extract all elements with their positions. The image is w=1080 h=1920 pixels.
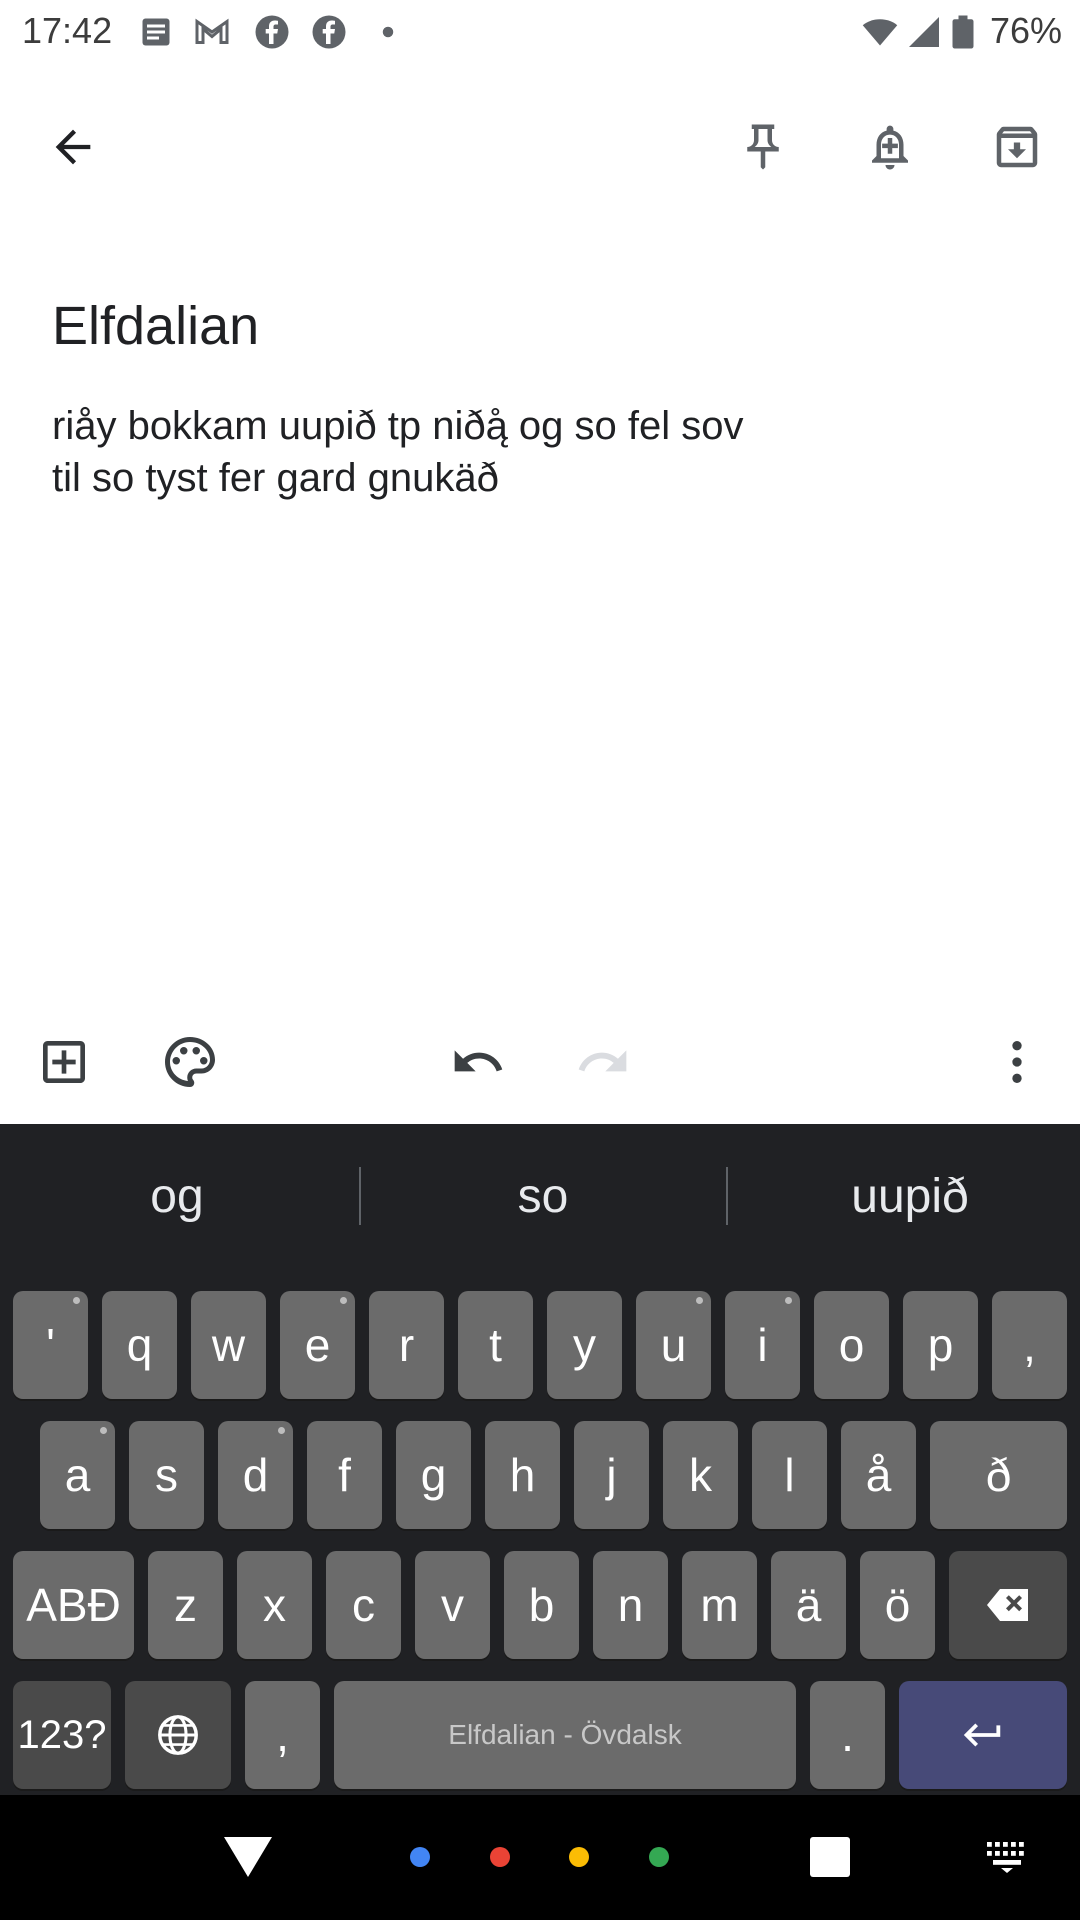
more-options-button[interactable] [977, 1022, 1057, 1102]
notes-icon [142, 18, 170, 46]
key-b[interactable]: b [504, 1551, 579, 1659]
key-e[interactable]: e [280, 1291, 355, 1399]
battery-percentage: 76% [990, 10, 1063, 51]
key-y[interactable]: y [547, 1291, 622, 1399]
status-bar: 17:42 76% [0, 0, 1080, 66]
key-v[interactable]: v [415, 1551, 490, 1659]
recents-square-icon[interactable] [810, 1837, 850, 1877]
key-c[interactable]: c [326, 1551, 401, 1659]
key-low-quote[interactable]: ‚ [992, 1291, 1067, 1399]
shift-key[interactable]: ABÐ [13, 1551, 134, 1659]
key-a-ring[interactable]: å [841, 1421, 916, 1529]
facebook-icon [255, 15, 289, 49]
key-l[interactable]: l [752, 1421, 827, 1529]
key-j[interactable]: j [574, 1421, 649, 1529]
redo-icon [578, 1050, 627, 1072]
add-content-button[interactable] [24, 1022, 104, 1102]
key-g[interactable]: g [396, 1421, 471, 1529]
suggestion-separator [359, 1167, 361, 1225]
key-comma[interactable]: , [245, 1681, 320, 1789]
note-body[interactable]: riåy bokkam uupið tp niðą̊ og so fel sov… [52, 400, 952, 504]
key-i[interactable]: i [725, 1291, 800, 1399]
navigation-bar [0, 1795, 1080, 1920]
space-key[interactable]: Elfdalian - Övdalsk [334, 1681, 796, 1789]
pin-icon [747, 124, 779, 170]
suggestion-separator [726, 1167, 728, 1225]
add-box-icon [43, 1041, 85, 1083]
wifi-icon [862, 19, 898, 46]
enter-icon [963, 1723, 1001, 1747]
redo-button[interactable] [563, 1022, 643, 1102]
language-key[interactable] [125, 1681, 231, 1789]
key-eth[interactable]: ð [930, 1421, 1067, 1529]
key-t[interactable]: t [458, 1291, 533, 1399]
suggestion-bar: og so uupið [0, 1127, 1080, 1269]
archive-button[interactable] [972, 102, 1062, 192]
assistant-dots-icon [410, 1847, 669, 1867]
keyboard-switch-icon[interactable] [985, 1840, 1029, 1874]
key-z[interactable]: z [148, 1551, 223, 1659]
key-period[interactable]: . [810, 1681, 885, 1789]
key-k[interactable]: k [663, 1421, 738, 1529]
key-f[interactable]: f [307, 1421, 382, 1529]
gmail-icon [195, 18, 229, 44]
key-s[interactable]: s [129, 1421, 204, 1529]
key-w[interactable]: w [191, 1291, 266, 1399]
key-x[interactable]: x [237, 1551, 312, 1659]
key-q[interactable]: q [102, 1291, 177, 1399]
add-reminder-icon [872, 125, 908, 170]
globe-icon [158, 1715, 198, 1755]
suggestion-2[interactable]: so [373, 1157, 713, 1237]
backspace-key[interactable] [949, 1551, 1067, 1659]
palette-icon [165, 1037, 215, 1087]
background-options-button[interactable] [150, 1022, 230, 1102]
back-arrow-icon [55, 129, 91, 165]
key-o-umlaut[interactable]: ö [860, 1551, 935, 1659]
assistant-button[interactable] [400, 1835, 680, 1879]
undo-icon [454, 1050, 503, 1072]
key-r[interactable]: r [369, 1291, 444, 1399]
battery-icon [952, 15, 974, 49]
suggestion-1[interactable]: og [7, 1157, 347, 1237]
suggestion-3[interactable]: uupið [740, 1157, 1080, 1237]
more-vert-icon [1012, 1041, 1022, 1083]
key-n[interactable]: n [593, 1551, 668, 1659]
backspace-icon [987, 1589, 1028, 1621]
facebook-icon [312, 15, 346, 49]
note-title[interactable]: Elfdalian [52, 295, 259, 357]
signal-icon [909, 17, 939, 47]
pin-button[interactable] [718, 102, 808, 192]
symbols-key[interactable]: 123? [13, 1681, 111, 1789]
archive-icon [996, 126, 1038, 168]
key-d[interactable]: d [218, 1421, 293, 1529]
key-h[interactable]: h [485, 1421, 560, 1529]
enter-key[interactable] [899, 1681, 1067, 1789]
key-apostrophe[interactable]: ' [13, 1291, 88, 1399]
back-button[interactable] [28, 102, 118, 192]
keyboard: og so uupið ' q w e r t y u i o p ‚ a s … [0, 1127, 1080, 1795]
key-o[interactable]: o [814, 1291, 889, 1399]
key-p[interactable]: p [903, 1291, 978, 1399]
add-reminder-button[interactable] [845, 102, 935, 192]
dot-icon [382, 26, 394, 38]
key-a[interactable]: a [40, 1421, 115, 1529]
status-time: 17:42 [22, 10, 113, 51]
key-a-umlaut[interactable]: ä [771, 1551, 846, 1659]
back-triangle-icon[interactable] [222, 1835, 274, 1879]
undo-button[interactable] [438, 1022, 518, 1102]
key-m[interactable]: m [682, 1551, 757, 1659]
key-u[interactable]: u [636, 1291, 711, 1399]
